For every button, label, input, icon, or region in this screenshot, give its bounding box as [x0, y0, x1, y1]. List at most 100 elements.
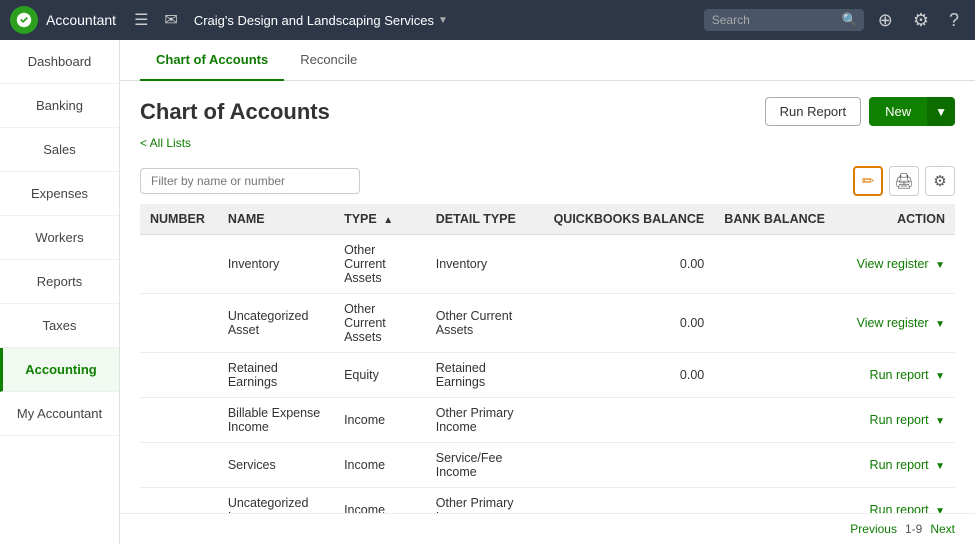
action-caret-icon[interactable]: ▼	[935, 371, 945, 382]
cell-name: Inventory	[218, 235, 334, 294]
cell-type: Other Current Assets	[334, 294, 426, 353]
header-actions: Run Report New ▼	[765, 97, 955, 126]
action-caret-icon[interactable]: ▼	[935, 260, 945, 271]
cell-qb-balance: 0.00	[544, 294, 715, 353]
cell-detail-type: Retained Earnings	[426, 353, 544, 398]
cell-number	[140, 488, 218, 514]
toolbar-icons: ✏ 🖨 ⚙	[853, 166, 955, 196]
search-input[interactable]	[704, 9, 864, 31]
main-layout: DashboardBankingSalesExpensesWorkersRepo…	[0, 40, 975, 544]
action-caret-icon[interactable]: ▼	[935, 506, 945, 513]
company-selector[interactable]: Craig's Design and Landscaping Services …	[194, 13, 448, 28]
sidebar-item-workers[interactable]: Workers	[0, 216, 119, 260]
app-logo	[10, 6, 38, 34]
cell-type: Income	[334, 443, 426, 488]
cell-qb-balance	[544, 488, 715, 514]
cell-action: Run report ▼	[835, 353, 955, 398]
cell-action: Run report ▼	[835, 488, 955, 514]
cell-qb-balance: 0.00	[544, 235, 715, 294]
new-button-group: New ▼	[869, 97, 955, 126]
col-header-type[interactable]: TYPE ▲	[334, 204, 426, 235]
cell-type: Equity	[334, 353, 426, 398]
table-header: NUMBER NAME TYPE ▲ DETAIL TYPE QUICKBOOK…	[140, 204, 955, 235]
search-wrap: 🔍	[704, 9, 864, 31]
cell-name: Billable Expense Income	[218, 398, 334, 443]
action-caret-icon[interactable]: ▼	[935, 416, 945, 427]
cell-bank-balance	[714, 235, 835, 294]
action-link[interactable]: Run report	[870, 458, 929, 472]
tab-bar: Chart of AccountsReconcile	[120, 40, 975, 81]
sidebar-item-accounting[interactable]: Accounting	[0, 348, 119, 392]
cell-type: Income	[334, 488, 426, 514]
cell-type: Income	[334, 398, 426, 443]
action-link[interactable]: Run report	[870, 413, 929, 427]
app-name: Accountant	[46, 12, 116, 28]
edit-columns-icon-button[interactable]: ✏	[853, 166, 883, 196]
sidebar-item-expenses[interactable]: Expenses	[0, 172, 119, 216]
company-name: Craig's Design and Landscaping Services	[194, 13, 434, 28]
cell-name: Retained Earnings	[218, 353, 334, 398]
new-button[interactable]: New	[869, 97, 927, 126]
sidebar-item-sales[interactable]: Sales	[0, 128, 119, 172]
cell-type: Other Current Assets	[334, 235, 426, 294]
sidebar-item-dashboard[interactable]: Dashboard	[0, 40, 119, 84]
run-report-button[interactable]: Run Report	[765, 97, 861, 126]
cell-bank-balance	[714, 294, 835, 353]
all-lists-link[interactable]: < All Lists	[120, 134, 975, 158]
cell-number	[140, 294, 218, 353]
action-link[interactable]: Run report	[870, 503, 929, 513]
cell-number	[140, 443, 218, 488]
accounts-table-wrap: NUMBER NAME TYPE ▲ DETAIL TYPE QUICKBOOK…	[120, 204, 975, 513]
cell-detail-type: Other Primary Income	[426, 488, 544, 514]
table-row: Uncategorized Income Income Other Primar…	[140, 488, 955, 514]
cell-bank-balance	[714, 398, 835, 443]
cell-number	[140, 398, 218, 443]
pagination-previous[interactable]: Previous	[850, 522, 897, 536]
cell-action: View register ▼	[835, 235, 955, 294]
action-link[interactable]: View register	[857, 316, 929, 330]
tab-reconcile[interactable]: Reconcile	[284, 40, 373, 81]
content-area: Chart of AccountsReconcile Chart of Acco…	[120, 40, 975, 544]
cell-action: View register ▼	[835, 294, 955, 353]
cell-detail-type: Inventory	[426, 235, 544, 294]
filter-input[interactable]	[140, 168, 360, 194]
col-header-qb-balance: QUICKBOOKS BALANCE	[544, 204, 715, 235]
action-link[interactable]: Run report	[870, 368, 929, 382]
mail-icon[interactable]: ✉	[160, 6, 181, 34]
accounts-table: NUMBER NAME TYPE ▲ DETAIL TYPE QUICKBOOK…	[140, 204, 955, 513]
sidebar-item-my-accountant[interactable]: My Accountant	[0, 392, 119, 436]
col-header-name: NAME	[218, 204, 334, 235]
table-body: Inventory Other Current Assets Inventory…	[140, 235, 955, 514]
col-header-detail-type: DETAIL TYPE	[426, 204, 544, 235]
help-icon-button[interactable]: ?	[943, 6, 965, 35]
action-caret-icon[interactable]: ▼	[935, 319, 945, 330]
cell-action: Run report ▼	[835, 443, 955, 488]
pagination-next[interactable]: Next	[930, 522, 955, 536]
pagination: Previous 1-9 Next	[120, 513, 975, 544]
tab-chart-of-accounts[interactable]: Chart of Accounts	[140, 40, 284, 81]
sidebar-item-taxes[interactable]: Taxes	[0, 304, 119, 348]
cell-bank-balance	[714, 353, 835, 398]
add-icon-button[interactable]: ⊕	[872, 6, 899, 35]
table-row: Uncategorized Asset Other Current Assets…	[140, 294, 955, 353]
action-caret-icon[interactable]: ▼	[935, 461, 945, 472]
new-button-caret[interactable]: ▼	[927, 97, 955, 126]
page-title: Chart of Accounts	[140, 99, 330, 125]
table-row: Services Income Service/Fee Income Run r…	[140, 443, 955, 488]
settings-columns-icon-button[interactable]: ⚙	[925, 166, 955, 196]
print-icon-button[interactable]: 🖨	[889, 166, 919, 196]
sidebar-item-reports[interactable]: Reports	[0, 260, 119, 304]
search-icon: 🔍	[842, 12, 858, 28]
cell-detail-type: Service/Fee Income	[426, 443, 544, 488]
top-navigation: Accountant ☰ ✉ Craig's Design and Landsc…	[0, 0, 975, 40]
cell-name: Uncategorized Income	[218, 488, 334, 514]
company-caret-icon: ▼	[438, 15, 448, 26]
hamburger-icon[interactable]: ☰	[130, 6, 152, 34]
col-header-number: NUMBER	[140, 204, 218, 235]
cell-number	[140, 235, 218, 294]
cell-name: Services	[218, 443, 334, 488]
sidebar-item-banking[interactable]: Banking	[0, 84, 119, 128]
action-link[interactable]: View register	[857, 257, 929, 271]
sidebar: DashboardBankingSalesExpensesWorkersRepo…	[0, 40, 120, 544]
settings-icon-button[interactable]: ⚙	[907, 6, 935, 35]
